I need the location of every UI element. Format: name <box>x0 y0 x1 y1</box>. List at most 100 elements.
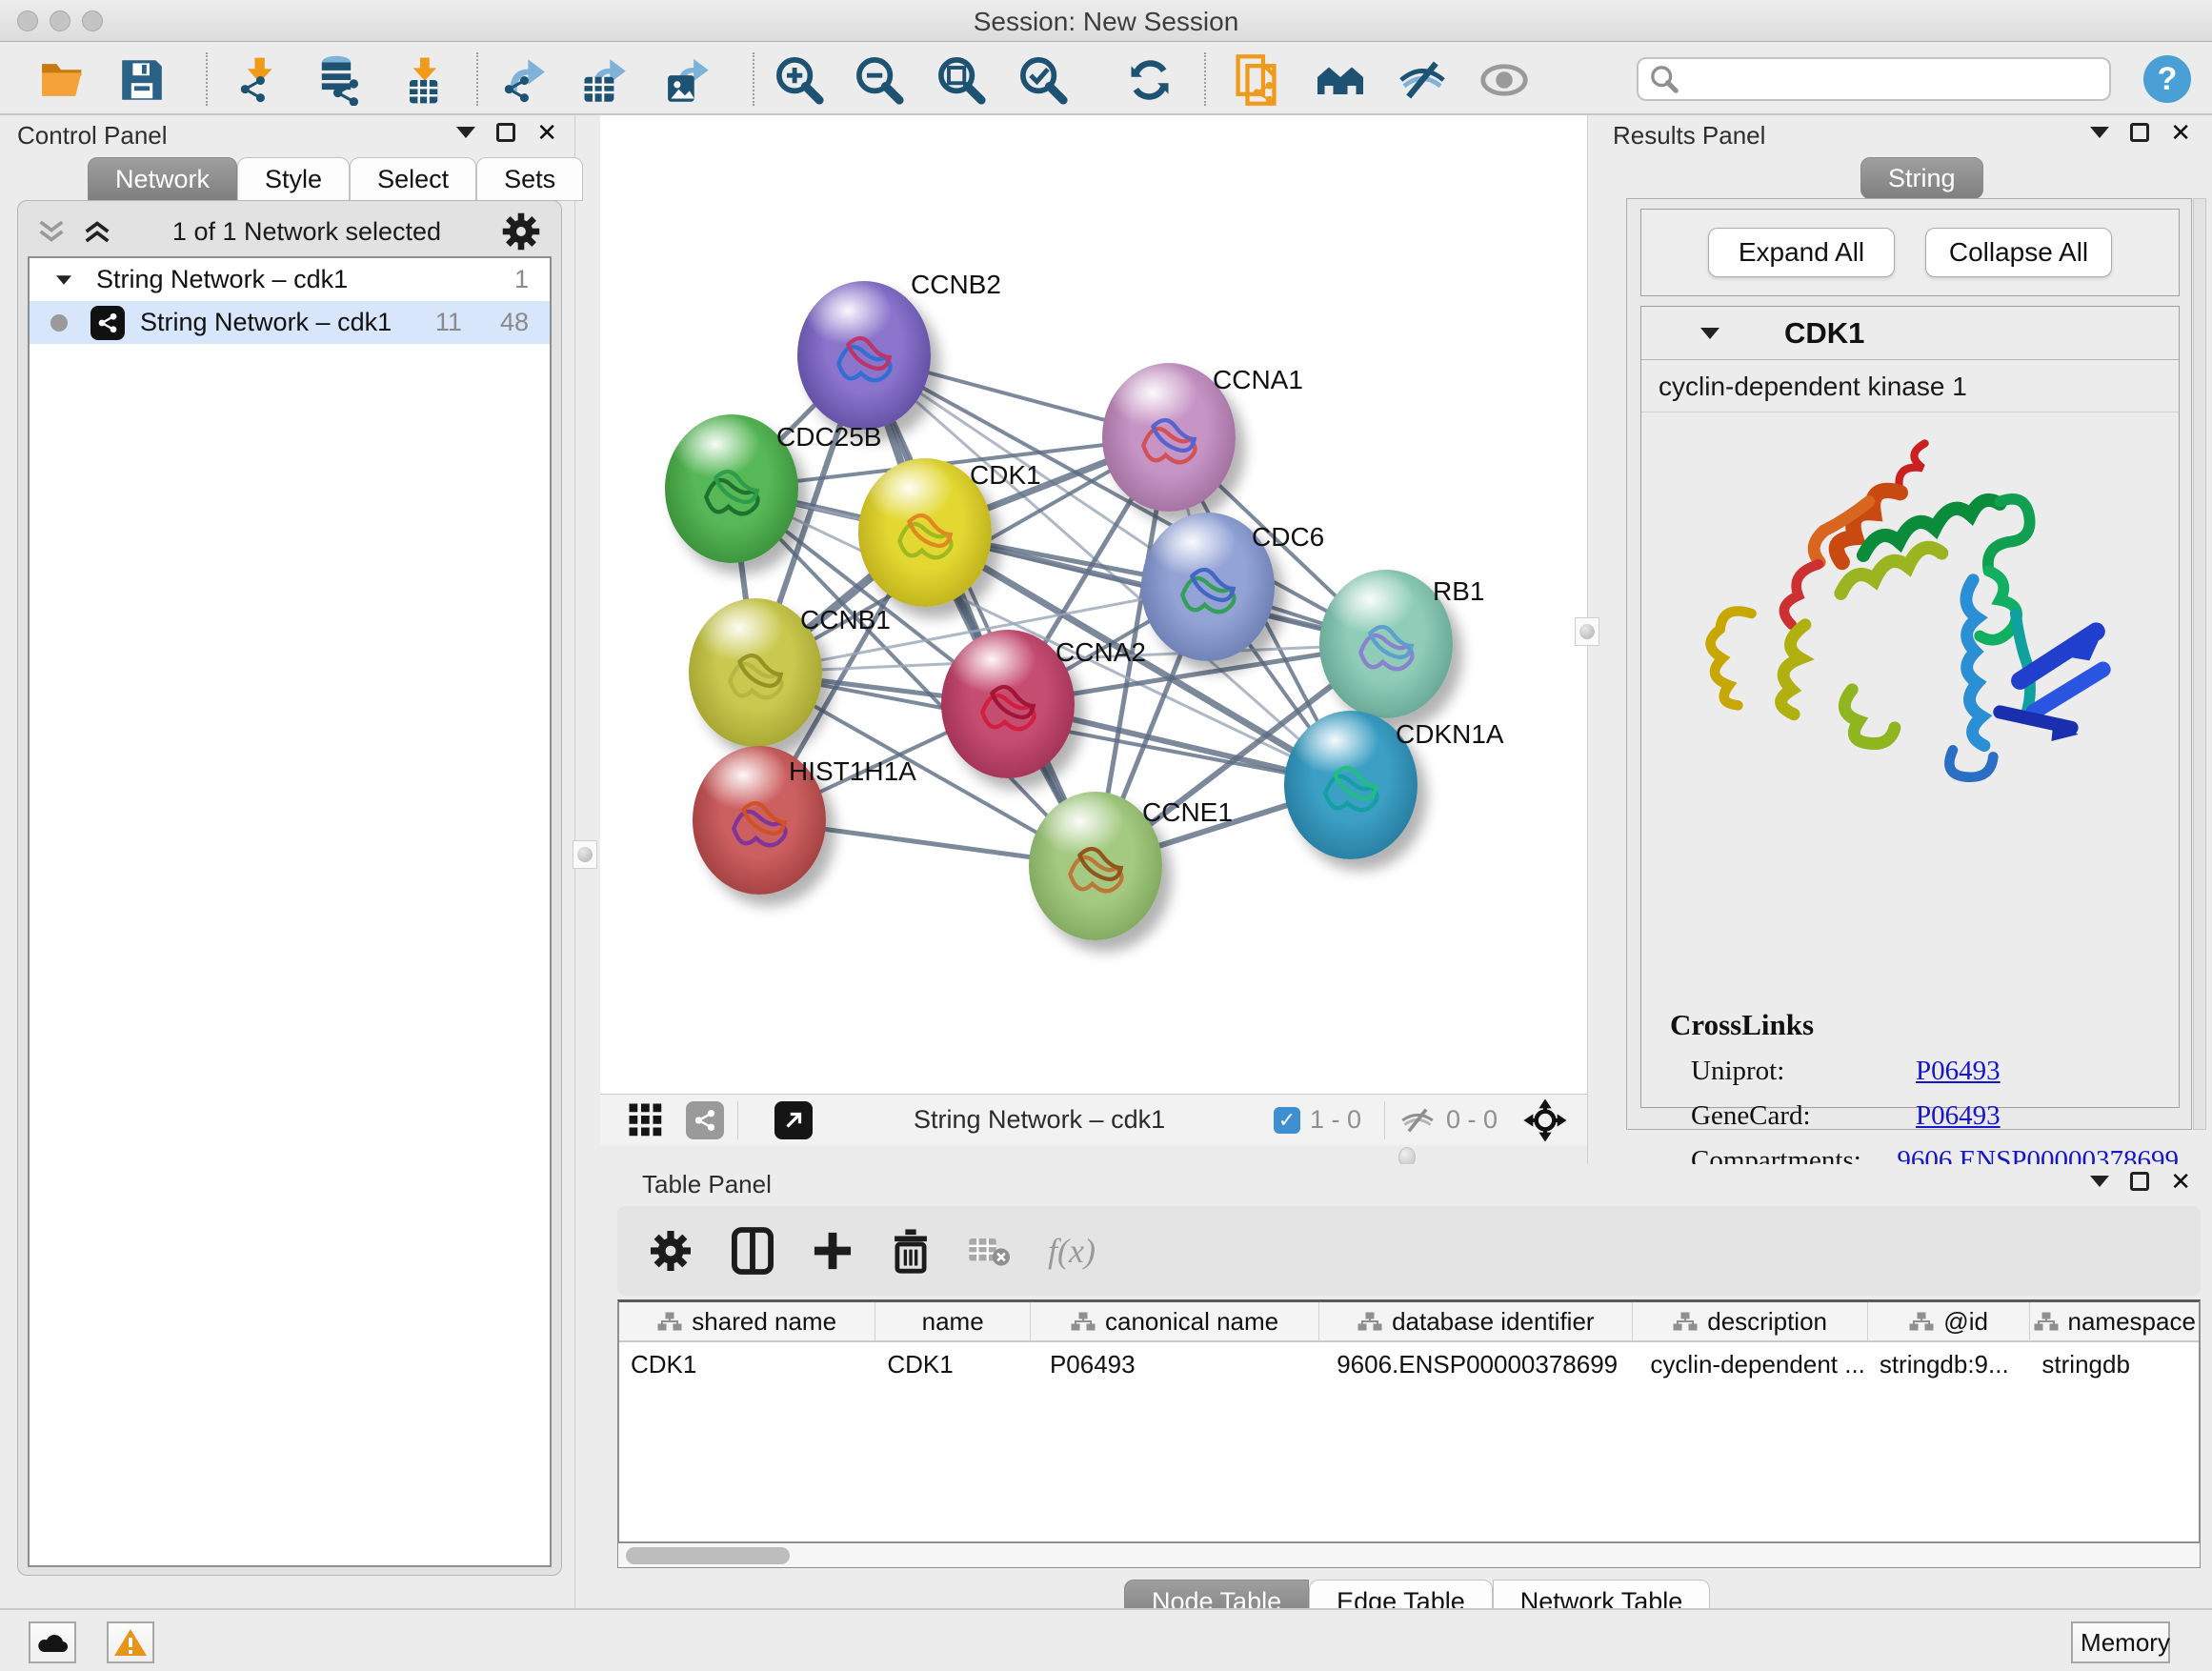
protein-ribbon-thumbnail <box>816 310 912 405</box>
network-view-toolbar: String Network – cdk1 ✓ 1 - 0 0 - 0 <box>600 1094 1587 1145</box>
protein-ribbon-thumbnail <box>712 775 807 870</box>
column-type-icon <box>1071 1311 1096 1332</box>
export-table-button[interactable] <box>577 54 629 106</box>
collection-label: String Network – cdk1 <box>96 265 514 294</box>
warnings-button[interactable] <box>107 1621 154 1663</box>
selected-checkbox-icon[interactable]: ✓ <box>1274 1107 1300 1134</box>
column-type-icon <box>657 1311 682 1332</box>
network-node-CCNA2[interactable] <box>941 630 1075 778</box>
expand-all-chevron-icon[interactable] <box>81 217 113 246</box>
cloud-button[interactable] <box>29 1621 76 1663</box>
open-session-button[interactable] <box>38 54 90 106</box>
float-panel-icon[interactable] <box>2130 1172 2149 1191</box>
panel-menu-icon[interactable] <box>2090 1176 2109 1187</box>
export-network-button[interactable] <box>497 54 549 106</box>
scrollbar-thumb[interactable] <box>626 1547 790 1564</box>
zoom-selected-button[interactable] <box>1017 54 1069 106</box>
gene-section: CDK1 cyclin-dependent kinase 1 <box>1640 306 2180 1108</box>
toolbar-separator <box>206 52 208 106</box>
add-column-icon[interactable] <box>812 1230 854 1272</box>
float-panel-icon[interactable] <box>496 123 515 142</box>
results-scrollbar[interactable] <box>2193 198 2206 1130</box>
collection-count: 1 <box>514 265 529 294</box>
table-panel-title: Table Panel <box>642 1170 772 1199</box>
gene-name: CDK1 <box>1784 316 1864 351</box>
protein-ribbon-thumbnail <box>960 658 1056 754</box>
save-session-button[interactable] <box>116 54 168 106</box>
network-tab-body: 1 of 1 Network selected String Network –… <box>17 200 562 1576</box>
zoom-fit-button[interactable] <box>935 54 987 106</box>
column-type-icon <box>1673 1311 1698 1332</box>
function-builder-icon[interactable]: f(x) <box>1048 1231 1096 1271</box>
node-label: CDC25B <box>776 422 881 453</box>
warning-icon <box>113 1627 148 1658</box>
close-panel-icon[interactable]: ✕ <box>2170 1172 2191 1191</box>
show-columns-icon[interactable] <box>732 1227 774 1275</box>
memory-button[interactable]: Memory <box>2071 1621 2170 1663</box>
right-splitter-handle[interactable] <box>1575 617 1599 646</box>
help-button[interactable]: ? <box>2143 55 2191 103</box>
table-row[interactable]: CDK1 CDK1 P06493 9606.ENSP00000378699 cy… <box>619 1342 2199 1386</box>
tab-style[interactable]: Style <box>237 157 350 201</box>
column-header: description <box>1633 1302 1867 1340</box>
control-panel-tabs: Network Style Select Sets <box>88 157 583 201</box>
delete-column-icon[interactable] <box>892 1228 930 1274</box>
panel-menu-icon[interactable] <box>2090 127 2109 138</box>
tab-select[interactable]: Select <box>350 157 476 201</box>
close-panel-icon[interactable]: ✕ <box>536 123 557 142</box>
show-panel-eye-button[interactable] <box>1478 54 1530 106</box>
open-in-new-window-icon[interactable] <box>774 1101 813 1139</box>
hide-panel-eye-slash-button[interactable] <box>1397 54 1448 106</box>
column-header: name <box>875 1302 1031 1340</box>
table-horizontal-scrollbar[interactable] <box>617 1543 2201 1568</box>
expand-all-button[interactable]: Expand All <box>1708 228 1895 277</box>
node-label: CDKN1A <box>1396 719 1504 750</box>
node-table[interactable]: shared name name canonical name database… <box>617 1299 2201 1543</box>
home-networks-button[interactable] <box>1315 54 1366 106</box>
network-node-CCNB2[interactable] <box>797 281 931 430</box>
crosslink-link[interactable]: P06493 <box>1916 1100 2001 1132</box>
network-row-selected[interactable]: String Network – cdk1 11 48 <box>30 301 550 344</box>
gene-collapse-icon[interactable] <box>1700 328 1719 339</box>
collection-expand-icon[interactable] <box>56 275 71 285</box>
table-header-row: shared name name canonical name database… <box>619 1302 2199 1342</box>
import-database-button[interactable] <box>311 54 362 106</box>
protein-ribbon-thumbnail <box>1338 598 1434 694</box>
toolbar-separator <box>1204 52 1206 106</box>
network-canvas[interactable]: CCNB2CCNA1CDC25BCDK1CDC6RB1CCNB1CCNA2CDK… <box>600 115 1587 1094</box>
left-splitter-handle[interactable] <box>573 840 597 869</box>
search-icon <box>1650 65 1679 93</box>
zoom-in-button[interactable] <box>774 54 825 106</box>
delete-table-icon[interactable] <box>968 1235 1010 1267</box>
close-panel-icon[interactable]: ✕ <box>2170 123 2191 142</box>
table-options-gear-icon[interactable] <box>648 1228 694 1274</box>
network-options-gear-icon[interactable] <box>500 211 542 252</box>
tab-network[interactable]: Network <box>88 157 237 201</box>
export-image-button[interactable] <box>659 54 711 106</box>
fit-selected-crosshair-icon[interactable] <box>1522 1097 1568 1143</box>
import-network-button[interactable] <box>233 54 285 106</box>
protein-ribbon-thumbnail <box>1121 392 1217 487</box>
panel-menu-icon[interactable] <box>456 127 475 138</box>
tab-string[interactable]: String <box>1860 157 1983 199</box>
selected-node-edge-count: 1 - 0 <box>1310 1105 1361 1135</box>
column-header: namespace <box>2030 1302 2199 1340</box>
float-panel-icon[interactable] <box>2130 123 2149 142</box>
network-badge-icon[interactable] <box>686 1101 724 1139</box>
import-table-button[interactable] <box>396 54 448 106</box>
toolbar-search-input[interactable] <box>1637 57 2111 101</box>
network-collection-row[interactable]: String Network – cdk1 1 <box>30 258 550 301</box>
crosslink-link[interactable]: P06493 <box>1916 1056 2001 1087</box>
edge-count: 48 <box>500 308 529 337</box>
column-type-icon <box>1357 1311 1382 1332</box>
zoom-out-button[interactable] <box>854 54 905 106</box>
refresh-button[interactable] <box>1124 54 1176 106</box>
collapse-all-button[interactable]: Collapse All <box>1925 228 2112 277</box>
tab-sets[interactable]: Sets <box>476 157 583 201</box>
control-panel-title: Control Panel <box>17 121 168 151</box>
node-label: CCNA2 <box>1056 637 1146 668</box>
collapse-all-chevron-icon[interactable] <box>35 217 68 246</box>
birds-eye-grid-icon[interactable] <box>627 1101 665 1139</box>
network-from-file-button[interactable] <box>1233 54 1284 106</box>
protein-ribbon-thumbnail <box>684 443 779 538</box>
